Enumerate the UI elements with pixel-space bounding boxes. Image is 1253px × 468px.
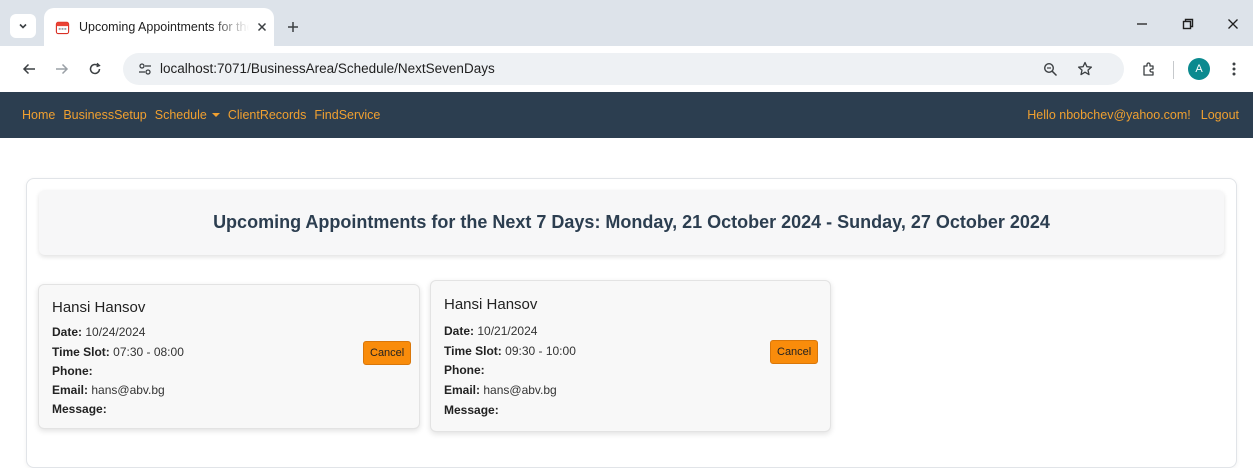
minimize-icon[interactable] [1130, 14, 1154, 34]
appointment-date: Date: 10/21/2024 [444, 324, 537, 338]
phone-label: Phone: [444, 363, 485, 377]
nav-client-records-link[interactable]: ClientRecords [228, 108, 307, 122]
nav-schedule-dropdown[interactable]: Schedule [155, 108, 220, 122]
site-settings-icon[interactable] [135, 59, 155, 79]
appointment-card: Hansi Hansov Date: 10/21/2024 Time Slot:… [430, 280, 831, 432]
reload-icon[interactable] [84, 58, 106, 80]
browser-toolbar: localhost:7071/BusinessArea/Schedule/Nex… [0, 46, 1253, 92]
app-navbar: Home BusinessSetup Schedule ClientRecord… [0, 92, 1253, 138]
tab-title: Upcoming Appointments for the Next 7 Day… [79, 20, 249, 34]
page-heading-box: Upcoming Appointments for the Next 7 Day… [39, 190, 1224, 255]
time-slot-value: 07:30 - 08:00 [113, 345, 184, 359]
date-label: Date: [444, 324, 475, 338]
more-menu-icon[interactable] [1223, 58, 1245, 80]
email-value: hans@abv.bg [483, 383, 557, 397]
appointment-time-slot: Time Slot: 09:30 - 10:00 [444, 344, 576, 358]
zoom-icon[interactable] [1040, 59, 1060, 79]
message-label: Message: [52, 402, 107, 416]
caret-down-icon [211, 113, 220, 117]
user-greeting-link[interactable]: Hello nbobchev@yahoo.com! [1027, 108, 1190, 122]
nav-home-link[interactable]: Home [22, 108, 55, 122]
extensions-icon[interactable] [1138, 58, 1160, 80]
tab-search-button[interactable] [10, 14, 36, 38]
cancel-button[interactable]: Cancel [363, 341, 412, 365]
appointment-email: Email: hans@abv.bg [52, 383, 165, 397]
client-name: Hansi Hansov [52, 299, 146, 316]
close-icon[interactable] [253, 18, 271, 36]
profile-avatar[interactable]: A [1188, 58, 1210, 80]
plus-icon[interactable] [283, 17, 303, 37]
restore-icon[interactable] [1176, 14, 1200, 34]
appointment-message: Message: [444, 403, 499, 417]
client-name: Hansi Hansov [444, 296, 538, 313]
appointment-card: Hansi Hansov Date: 10/24/2024 Time Slot:… [38, 284, 420, 429]
url-text: localhost:7071/BusinessArea/Schedule/Nex… [160, 61, 495, 76]
date-value: 10/21/2024 [477, 324, 538, 338]
message-label: Message: [444, 403, 499, 417]
appointment-date: Date: 10/24/2024 [52, 325, 145, 339]
appointment-email: Email: hans@abv.bg [444, 383, 557, 397]
browser-tab-strip: Upcoming Appointments for the Next 7 Day… [0, 0, 1253, 46]
nav-links: Home BusinessSetup Schedule ClientRecord… [22, 92, 380, 138]
appointment-time-slot: Time Slot: 07:30 - 08:00 [52, 345, 184, 359]
nav-schedule-label: Schedule [154, 108, 207, 122]
chevron-down-icon [19, 23, 27, 29]
browser-tab-active[interactable]: Upcoming Appointments for the Next 7 Day… [44, 8, 274, 46]
back-arrow-icon[interactable] [18, 58, 40, 80]
time-slot-label: Time Slot: [444, 344, 502, 358]
calendar-icon [54, 19, 70, 35]
nav-business-setup-link[interactable]: BusinessSetup [63, 108, 146, 122]
email-label: Email: [52, 383, 89, 397]
appointment-phone: Phone: [444, 363, 485, 377]
cancel-button[interactable]: Cancel [770, 340, 819, 364]
phone-label: Phone: [52, 364, 93, 378]
nav-find-service-link[interactable]: FindService [314, 108, 380, 122]
logout-link[interactable]: Logout [1201, 108, 1239, 122]
time-slot-value: 09:30 - 10:00 [505, 344, 576, 358]
toolbar-divider [1173, 61, 1174, 79]
appointment-phone: Phone: [52, 364, 93, 378]
window-close-icon[interactable] [1221, 14, 1245, 34]
email-label: Email: [444, 383, 481, 397]
date-label: Date: [52, 325, 83, 339]
nav-user-area: Hello nbobchev@yahoo.com! Logout [1027, 92, 1239, 138]
address-bar[interactable]: localhost:7071/BusinessArea/Schedule/Nex… [123, 53, 1124, 85]
page-title: Upcoming Appointments for the Next 7 Day… [213, 212, 1050, 232]
email-value: hans@abv.bg [91, 383, 165, 397]
forward-arrow-icon[interactable] [51, 58, 73, 80]
time-slot-label: Time Slot: [52, 345, 110, 359]
appointment-message: Message: [52, 402, 107, 416]
star-icon[interactable] [1075, 59, 1095, 79]
date-value: 10/24/2024 [85, 325, 146, 339]
